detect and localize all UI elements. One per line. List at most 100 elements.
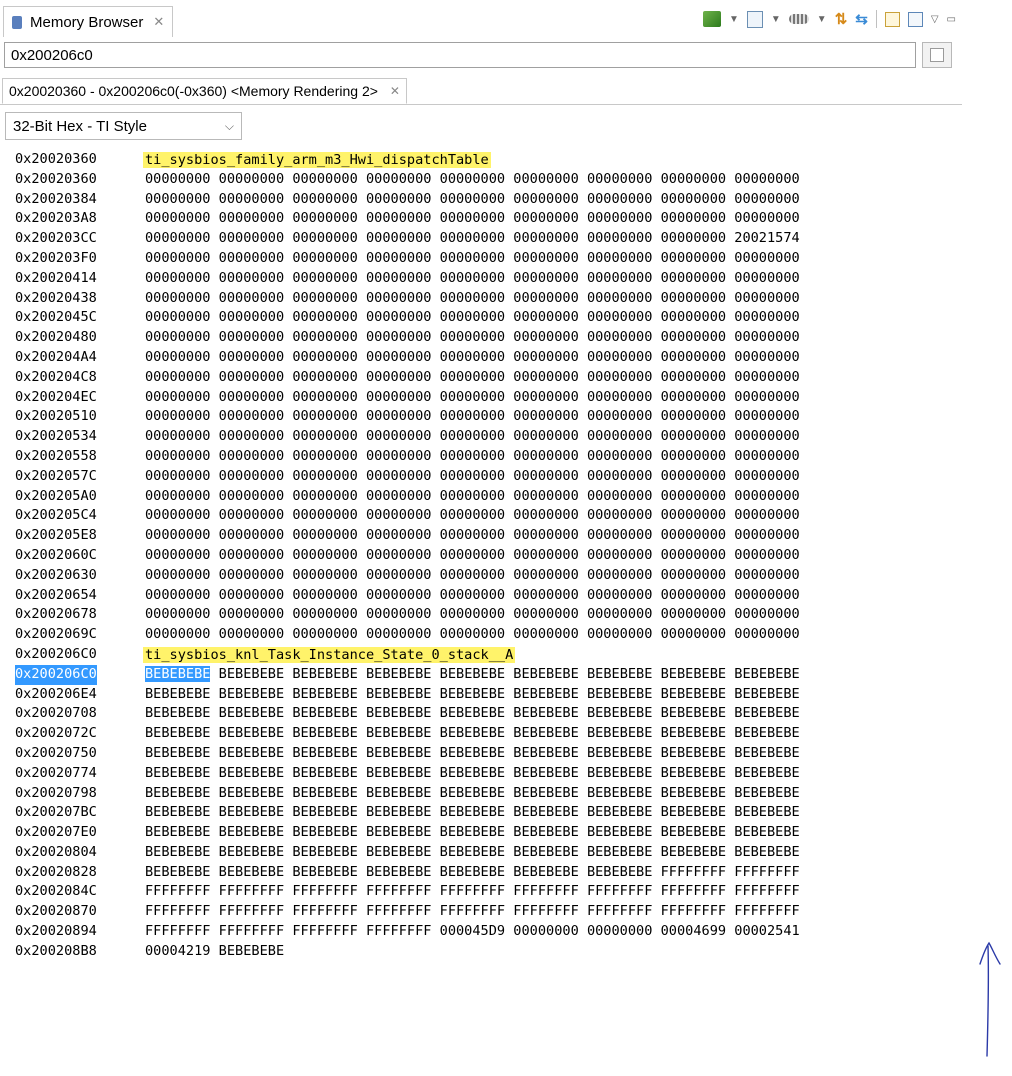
rendering-tab[interactable]: 0x20020360 - 0x200206c0(-0x360) <Memory … [2,78,407,104]
chevron-down-icon[interactable]: ▼ [817,14,827,25]
memory-words[interactable]: 00000000 00000000 00000000 00000000 0000… [145,328,800,348]
memory-row[interactable]: 0x20020558 00000000 00000000 00000000 000… [0,447,962,467]
memory-row[interactable]: 0x200206C0 BEBEBEBE BEBEBEBE BEBEBEBE BEB… [0,664,962,685]
memory-row[interactable]: 0x2002084C FFFFFFFF FFFFFFFF FFFFFFFF FFF… [0,882,962,902]
memory-row[interactable]: 0x200203A8 00000000 00000000 00000000 000… [0,209,962,229]
memory-words[interactable]: BEBEBEBE BEBEBEBE BEBEBEBE BEBEBEBE BEBE… [145,843,800,863]
memory-words[interactable]: 00000000 00000000 00000000 00000000 0000… [145,348,800,368]
memory-row[interactable]: 0x200207E0 BEBEBEBE BEBEBEBE BEBEBEBE BEB… [0,823,962,843]
sync-icon[interactable]: ⇆ [855,10,868,28]
memory-row[interactable]: 0x20020384 00000000 00000000 00000000 000… [0,190,962,210]
memory-words[interactable]: 00000000 00000000 00000000 00000000 0000… [145,368,800,388]
memory-row[interactable]: 0x20020870 FFFFFFFF FFFFFFFF FFFFFFFF FFF… [0,902,962,922]
refresh-icon[interactable]: ⇅ [835,10,848,28]
symbol-row[interactable]: 0x200206C0 ti_sysbios_knl_Task_Instance_S… [0,645,962,665]
memory-words[interactable]: 00000000 00000000 00000000 00000000 0000… [145,586,800,606]
format-select[interactable]: 32-Bit Hex - TI Style ⌵ [5,112,242,140]
new-window-icon[interactable] [884,11,900,27]
chevron-down-icon[interactable]: ▼ [729,14,739,25]
memory-row[interactable]: 0x200204C8 00000000 00000000 00000000 000… [0,368,962,388]
memory-row[interactable]: 0x2002069C 00000000 00000000 00000000 000… [0,625,962,645]
memory-row[interactable]: 0x200208B8 00004219 BEBEBEBE [0,942,962,962]
memory-row[interactable]: 0x20020360 00000000 00000000 00000000 000… [0,170,962,190]
memory-words[interactable]: FFFFFFFF FFFFFFFF FFFFFFFF FFFFFFFF 0000… [145,922,800,942]
memory-row[interactable]: 0x2002072C BEBEBEBE BEBEBEBE BEBEBEBE BEB… [0,724,962,744]
memory-words[interactable]: BEBEBEBE BEBEBEBE BEBEBEBE BEBEBEBE BEBE… [145,784,800,804]
memory-words[interactable]: BEBEBEBE BEBEBEBE BEBEBEBE BEBEBEBE BEBE… [145,823,800,843]
memory-words[interactable]: BEBEBEBE BEBEBEBE BEBEBEBE BEBEBEBE BEBE… [145,665,800,685]
memory-words[interactable]: 00000000 00000000 00000000 00000000 0000… [145,467,800,487]
memory-words[interactable]: 00000000 00000000 00000000 00000000 0000… [145,427,800,447]
memory-words[interactable]: 00000000 00000000 00000000 00000000 0000… [145,289,800,309]
memory-words[interactable]: BEBEBEBE BEBEBEBE BEBEBEBE BEBEBEBE BEBE… [145,744,800,764]
memory-words[interactable]: 00000000 00000000 00000000 00000000 0000… [145,229,800,249]
view-icon[interactable] [746,10,763,28]
memory-row[interactable]: 0x200205A0 00000000 00000000 00000000 000… [0,487,962,507]
selected-word[interactable]: BEBEBEBE [145,665,211,682]
memory-row[interactable]: 0x20020678 00000000 00000000 00000000 000… [0,605,962,625]
run-icon[interactable] [702,11,721,27]
memory-words[interactable]: 00000000 00000000 00000000 00000000 0000… [145,625,800,645]
memory-words[interactable]: 00000000 00000000 00000000 00000000 0000… [145,447,800,467]
symbol-row[interactable]: 0x20020360 ti_sysbios_family_arm_m3_Hwi_d… [0,150,962,170]
memory-row[interactable]: 0x2002060C 00000000 00000000 00000000 000… [0,546,962,566]
memory-row[interactable]: 0x20020798 BEBEBEBE BEBEBEBE BEBEBEBE BEB… [0,784,962,804]
memory-words[interactable]: 00000000 00000000 00000000 00000000 0000… [145,487,800,507]
memory-words[interactable]: 00000000 00000000 00000000 00000000 0000… [145,269,800,289]
memory-words[interactable]: 00000000 00000000 00000000 00000000 0000… [145,526,800,546]
view-menu-icon[interactable]: ▽ [931,14,939,25]
memory-words[interactable]: BEBEBEBE BEBEBEBE BEBEBEBE BEBEBEBE BEBE… [145,764,800,784]
memory-row[interactable]: 0x200206E4 BEBEBEBE BEBEBEBE BEBEBEBE BEB… [0,685,962,705]
memory-row[interactable]: 0x200205E8 00000000 00000000 00000000 000… [0,526,962,546]
memory-words[interactable]: 00000000 00000000 00000000 00000000 0000… [145,308,800,328]
memory-words[interactable]: BEBEBEBE BEBEBEBE BEBEBEBE BEBEBEBE BEBE… [145,685,800,705]
memory-row[interactable]: 0x20020750 BEBEBEBE BEBEBEBE BEBEBEBE BEB… [0,744,962,764]
pin-icon[interactable] [907,11,923,27]
memory-words[interactable]: 00000000 00000000 00000000 00000000 0000… [145,407,800,427]
chevron-down-icon[interactable]: ▼ [771,14,781,25]
memory-row[interactable]: 0x20020534 00000000 00000000 00000000 000… [0,427,962,447]
memory-row[interactable]: 0x20020630 00000000 00000000 00000000 000… [0,566,962,586]
chip-icon[interactable] [788,14,809,24]
memory-row[interactable]: 0x200204EC 00000000 00000000 00000000 000… [0,388,962,408]
minimize-icon[interactable]: ▭ [947,14,956,25]
memory-words[interactable]: 00000000 00000000 00000000 00000000 0000… [145,170,800,190]
memory-words[interactable]: FFFFFFFF FFFFFFFF FFFFFFFF FFFFFFFF FFFF… [145,902,800,922]
memory-words[interactable]: 00000000 00000000 00000000 00000000 0000… [145,566,800,586]
memory-row[interactable]: 0x20020708 BEBEBEBE BEBEBEBE BEBEBEBE BEB… [0,704,962,724]
memory-row[interactable]: 0x200204A4 00000000 00000000 00000000 000… [0,348,962,368]
memory-row[interactable]: 0x20020828 BEBEBEBE BEBEBEBE BEBEBEBE BEB… [0,863,962,883]
memory-words[interactable]: 00000000 00000000 00000000 00000000 0000… [145,506,800,526]
memory-row[interactable]: 0x200207BC BEBEBEBE BEBEBEBE BEBEBEBE BEB… [0,803,962,823]
memory-words[interactable]: 00000000 00000000 00000000 00000000 0000… [145,190,800,210]
memory-row[interactable]: 0x200203CC 00000000 00000000 00000000 000… [0,229,962,249]
memory-row[interactable]: 0x20020414 00000000 00000000 00000000 000… [0,269,962,289]
memory-row[interactable]: 0x2002045C 00000000 00000000 00000000 000… [0,308,962,328]
memory-row[interactable]: 0x200205C4 00000000 00000000 00000000 000… [0,506,962,526]
memory-row[interactable]: 0x2002057C 00000000 00000000 00000000 000… [0,467,962,487]
memory-row[interactable]: 0x20020480 00000000 00000000 00000000 000… [0,328,962,348]
new-tab-button[interactable] [922,42,952,68]
memory-row[interactable]: 0x20020774 BEBEBEBE BEBEBEBE BEBEBEBE BEB… [0,764,962,784]
memory-words[interactable]: FFFFFFFF FFFFFFFF FFFFFFFF FFFFFFFF FFFF… [145,882,800,902]
close-icon[interactable]: ✕ [153,14,164,30]
memory-row[interactable]: 0x20020654 00000000 00000000 00000000 000… [0,586,962,606]
memory-words[interactable]: BEBEBEBE BEBEBEBE BEBEBEBE BEBEBEBE BEBE… [145,724,800,744]
memory-words[interactable]: BEBEBEBE BEBEBEBE BEBEBEBE BEBEBEBE BEBE… [145,863,800,883]
memory-words[interactable]: 00000000 00000000 00000000 00000000 0000… [145,605,800,625]
memory-row[interactable]: 0x20020438 00000000 00000000 00000000 000… [0,289,962,309]
memory-row[interactable]: 0x20020894 FFFFFFFF FFFFFFFF FFFFFFFF FFF… [0,922,962,942]
memory-words[interactable]: 00000000 00000000 00000000 00000000 0000… [145,546,800,566]
memory-row[interactable]: 0x20020510 00000000 00000000 00000000 000… [0,407,962,427]
memory-words[interactable]: 00000000 00000000 00000000 00000000 0000… [145,249,800,269]
memory-words[interactable]: BEBEBEBE BEBEBEBE BEBEBEBE BEBEBEBE BEBE… [145,704,800,724]
memory-grid[interactable]: 0x20020360 ti_sysbios_family_arm_m3_Hwi_d… [0,150,962,962]
address-input[interactable] [4,42,916,68]
memory-row[interactable]: 0x200203F0 00000000 00000000 00000000 000… [0,249,962,269]
memory-words[interactable]: BEBEBEBE BEBEBEBE BEBEBEBE BEBEBEBE BEBE… [145,803,800,823]
memory-row[interactable]: 0x20020804 BEBEBEBE BEBEBEBE BEBEBEBE BEB… [0,843,962,863]
memory-words[interactable]: 00000000 00000000 00000000 00000000 0000… [145,209,800,229]
memory-words[interactable]: 00000000 00000000 00000000 00000000 0000… [145,388,800,408]
close-icon[interactable]: ✕ [390,84,400,98]
memory-browser-tab[interactable]: Memory Browser ✕ [3,6,174,37]
